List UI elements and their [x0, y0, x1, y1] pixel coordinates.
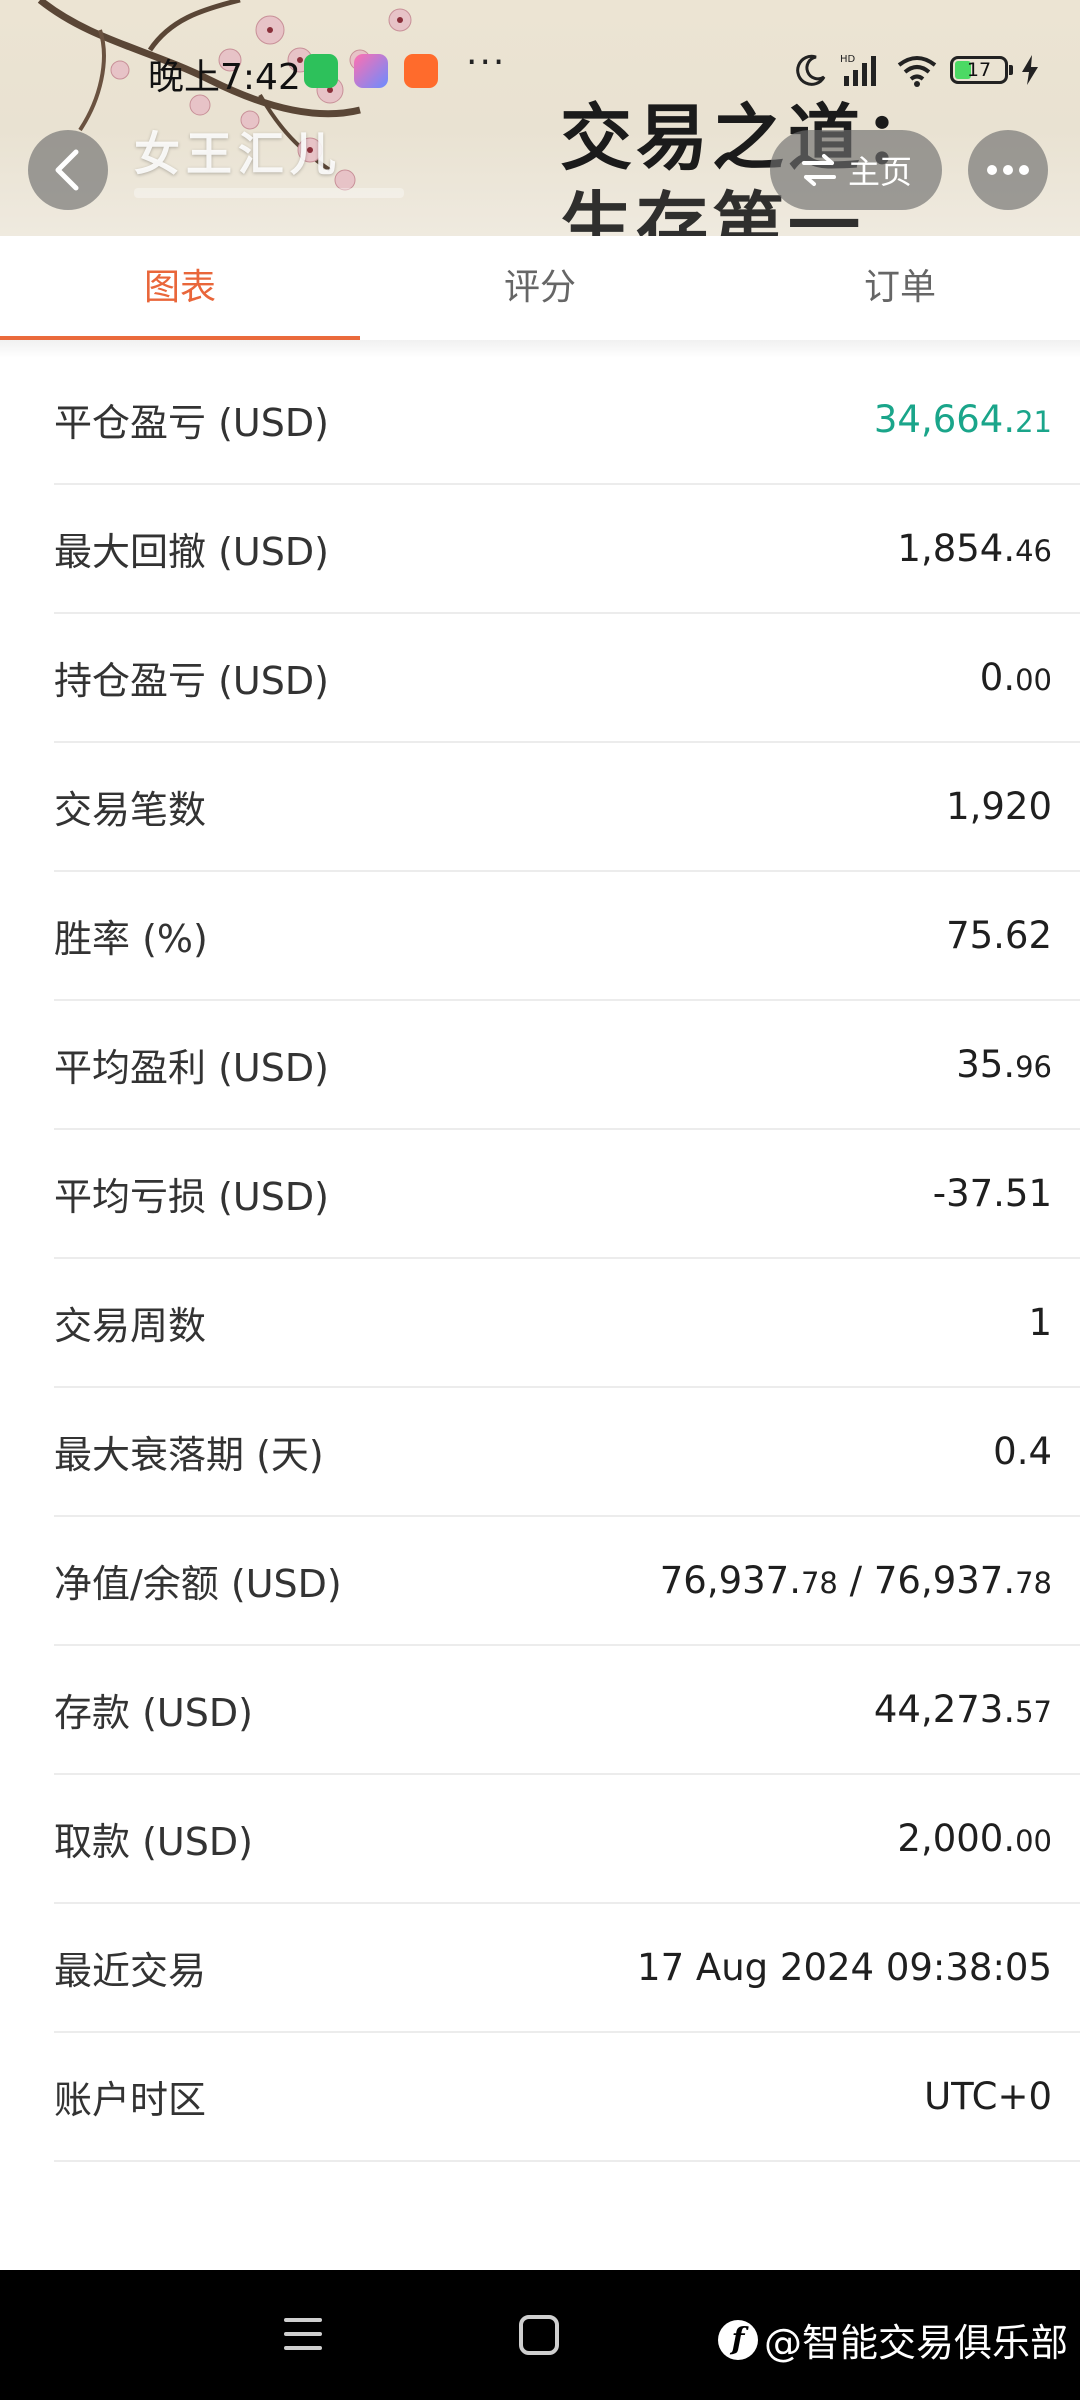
tab-rating[interactable]: 评分: [360, 236, 720, 340]
swap-icon: [801, 154, 836, 186]
stat-value: UTC+0: [924, 2075, 1052, 2118]
stat-row-max-drawdown: 最大回撤 (USD) 1,854.46: [54, 485, 1080, 614]
stat-row-avg-loss: 平均亏损 (USD) -37.51: [54, 1130, 1080, 1259]
battery-icon: 17: [950, 56, 1013, 84]
home-square-icon[interactable]: [518, 2314, 560, 2356]
stat-value: 0.00: [979, 656, 1052, 699]
home-button-label: 主页: [847, 153, 912, 191]
tab-bar: 图表 评分 订单: [0, 236, 1080, 342]
more-notifications-icon: ···: [466, 42, 507, 83]
menu-icon[interactable]: [282, 2314, 324, 2354]
stat-value: 0.4: [993, 1430, 1052, 1473]
stat-row-deposit: 存款 (USD) 44,273.57: [54, 1646, 1080, 1775]
status-icons: HD 17: [794, 50, 1040, 90]
wechat-icon: [304, 54, 338, 88]
stat-value: 17 Aug 2024 09:38:05: [637, 1946, 1052, 1989]
moon-icon: [796, 54, 826, 86]
stat-row-equity-balance: 净值/余额 (USD) 76,937.78 / 76,937.78: [54, 1517, 1080, 1646]
video-call-icon: [404, 54, 438, 88]
stat-label: 持仓盈亏 (USD): [54, 659, 329, 703]
stat-row-trade-count: 交易笔数 1,920: [54, 743, 1080, 872]
stat-label: 最大衰落期 (天): [54, 1433, 324, 1477]
chevron-left-icon: [55, 149, 79, 191]
stat-value: 35.96: [956, 1043, 1052, 1086]
watermark: f @智能交易俱乐部: [717, 2312, 1068, 2367]
stat-label: 平仓盈亏 (USD): [54, 401, 329, 445]
stat-row-max-decline-period: 最大衰落期 (天) 0.4: [54, 1388, 1080, 1517]
system-navigation-bar: f @智能交易俱乐部: [0, 2270, 1080, 2400]
more-options-button[interactable]: [968, 130, 1048, 210]
stat-label: 平均盈利 (USD): [54, 1046, 329, 1090]
stat-label: 最近交易: [54, 1949, 207, 1993]
stat-value: 75.62: [946, 914, 1052, 957]
back-button[interactable]: [28, 130, 108, 210]
stat-row-closed-pnl: 平仓盈亏 (USD) 34,664.21: [54, 356, 1080, 485]
stat-label: 交易周数: [54, 1304, 207, 1348]
shop-name: 女王汇儿: [134, 127, 342, 181]
stat-row-trade-weeks: 交易周数 1: [54, 1259, 1080, 1388]
watermark-logo-icon: f: [717, 2319, 758, 2360]
stat-row-avg-profit: 平均盈利 (USD) 35.96: [54, 1001, 1080, 1130]
stat-value: 34,664.21: [873, 398, 1052, 441]
stat-label: 存款 (USD): [54, 1691, 253, 1735]
stat-value: 1,920: [946, 785, 1052, 828]
stat-label: 最大回撤 (USD): [54, 530, 329, 574]
wifi-icon: [897, 56, 937, 87]
stat-row-timezone: 账户时区 UTC+0: [54, 2033, 1080, 2162]
stat-value: 2,000.00: [897, 1817, 1052, 1860]
tab-orders[interactable]: 订单: [720, 236, 1080, 340]
shop-subtitle-blur: [134, 188, 404, 198]
stat-row-withdrawal: 取款 (USD) 2,000.00: [54, 1775, 1080, 1904]
watermark-text: @智能交易俱乐部: [763, 2321, 1068, 2365]
more-dots-icon: [987, 165, 997, 175]
app-icon: [354, 54, 388, 88]
status-bar: 晚上7:42 ··· HD 17: [0, 40, 1080, 100]
stat-value: 1,854.46: [897, 527, 1052, 570]
stat-label: 平均亏损 (USD): [54, 1175, 329, 1219]
stat-label: 取款 (USD): [54, 1820, 253, 1864]
stat-label: 净值/余额 (USD): [54, 1562, 342, 1606]
stat-label: 胜率 (%): [54, 917, 208, 961]
stat-row-win-rate: 胜率 (%) 75.62: [54, 872, 1080, 1001]
stat-value: -37.51: [932, 1172, 1052, 1215]
home-button[interactable]: 主页: [770, 130, 942, 210]
charging-icon: [1022, 55, 1038, 85]
battery-level: 17: [966, 59, 992, 81]
stat-label: 账户时区: [54, 2078, 207, 2122]
tab-chart[interactable]: 图表: [0, 236, 360, 342]
header-banner: 交易之道： 生存第一 女王汇儿 晚上7:42 ··· HD 17 主页: [0, 0, 1080, 236]
stat-value: 44,273.57: [873, 1688, 1052, 1731]
stat-row-floating-pnl: 持仓盈亏 (USD) 0.00: [54, 614, 1080, 743]
network-label: HD: [840, 54, 856, 65]
stat-row-last-trade: 最近交易 17 Aug 2024 09:38:05: [54, 1904, 1080, 2033]
stat-value: 1: [1028, 1301, 1052, 1344]
stat-value: 76,937.78 / 76,937.78: [659, 1559, 1052, 1602]
status-time: 晚上7:42: [148, 57, 301, 98]
stat-label: 交易笔数: [54, 788, 207, 832]
signal-icon: HD: [840, 54, 876, 86]
stats-list: 平仓盈亏 (USD) 34,664.21 最大回撤 (USD) 1,854.46…: [54, 356, 1080, 2162]
